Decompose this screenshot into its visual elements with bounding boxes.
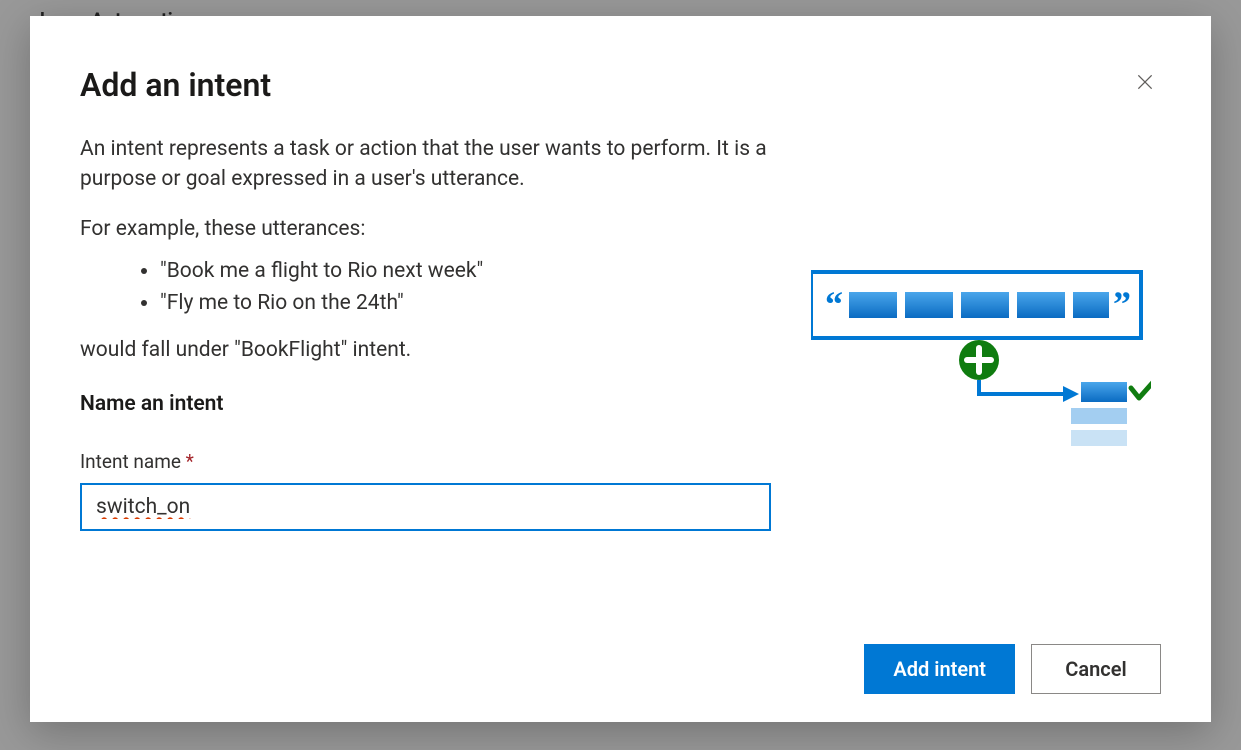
dialog-footer: Add intent Cancel xyxy=(80,614,1161,694)
dialog-title: Add an intent xyxy=(80,66,271,104)
example-conclusion: would fall under "BookFlight" intent. xyxy=(80,338,771,362)
field-label-text: Intent name xyxy=(80,450,181,473)
intent-description: An intent represents a task or action th… xyxy=(80,134,771,195)
dialog-body: An intent represents a task or action th… xyxy=(80,134,1161,614)
intent-name-label: Intent name * xyxy=(80,450,771,473)
example-intro: For example, these utterances: xyxy=(80,217,771,241)
intent-illustration-icon: “ ” xyxy=(811,268,1151,478)
dialog-content: An intent represents a task or action th… xyxy=(80,134,771,614)
close-icon xyxy=(1135,72,1155,92)
intent-name-input[interactable] xyxy=(80,483,771,531)
close-button[interactable] xyxy=(1129,66,1161,98)
illustration-column: “ ” xyxy=(801,134,1161,614)
example-utterance: "Book me a flight to Rio next week" xyxy=(160,255,771,288)
example-utterance: "Fly me to Rio on the 24th" xyxy=(160,287,771,320)
dialog-header: Add an intent xyxy=(80,66,1161,104)
svg-text:“: “ xyxy=(825,284,843,324)
name-intent-heading: Name an intent xyxy=(80,392,771,416)
example-utterance-list: "Book me a flight to Rio next week" "Fly… xyxy=(160,255,771,320)
required-indicator: * xyxy=(186,450,194,473)
add-intent-dialog: Add an intent An intent represents a tas… xyxy=(30,16,1211,722)
add-intent-button[interactable]: Add intent xyxy=(864,644,1015,694)
cancel-button[interactable]: Cancel xyxy=(1031,644,1161,694)
svg-text:”: ” xyxy=(1113,284,1131,324)
